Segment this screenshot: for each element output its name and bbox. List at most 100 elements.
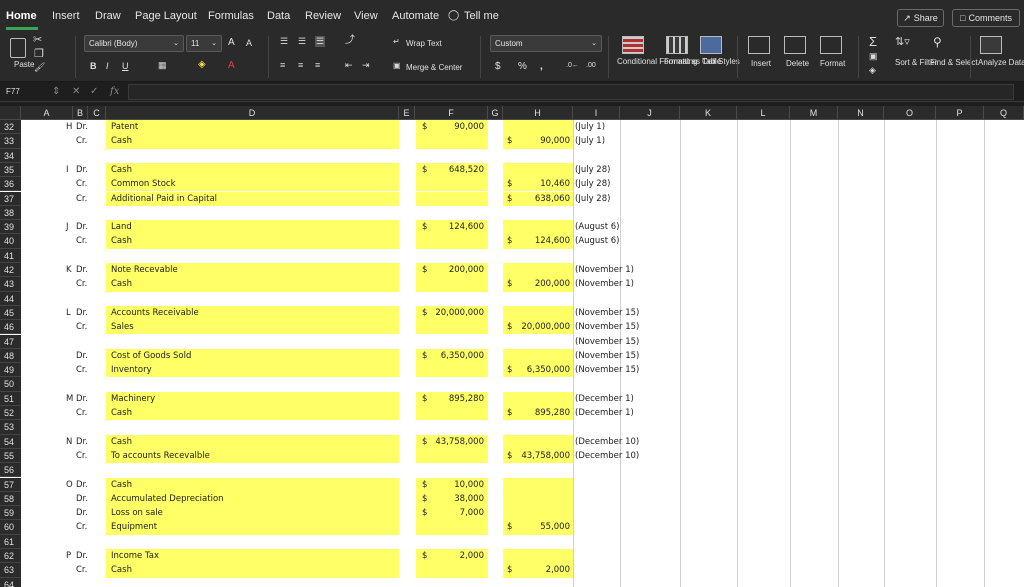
cell-dollar-sign[interactable]: $ — [507, 563, 512, 577]
cell-entry-letter[interactable]: N — [66, 435, 72, 449]
cell-date-note[interactable]: (November 1) — [575, 277, 634, 291]
cell-credit-amount[interactable]: 20,000,000 — [515, 320, 570, 334]
align-center-icon[interactable]: ≡ — [298, 61, 303, 70]
column-header-f[interactable]: F — [415, 106, 488, 120]
row-header[interactable]: 52 — [0, 406, 21, 421]
find-select-button[interactable]: Find & Select — [930, 58, 978, 67]
cell-entry-letter[interactable]: O — [66, 478, 73, 492]
row-header[interactable]: 45 — [0, 305, 21, 321]
cell-entry-letter[interactable]: P — [66, 549, 71, 563]
column-header-q[interactable]: Q — [984, 106, 1024, 120]
cell-dr-cr[interactable]: Cr. — [76, 234, 87, 248]
cell-dollar-sign[interactable]: $ — [422, 478, 427, 492]
row-header[interactable]: 53 — [0, 420, 21, 435]
column-header-k[interactable]: K — [680, 106, 737, 120]
row-header[interactable]: 39 — [0, 220, 21, 235]
cell-credit-amount[interactable]: 90,000 — [515, 134, 570, 148]
cell-account[interactable]: Note Recevable — [111, 263, 178, 277]
number-format-dropdown[interactable]: Custom ⌄ — [490, 35, 602, 52]
delete-cells-icon[interactable] — [784, 36, 806, 54]
cell-debit-amount[interactable]: 20,000,000 — [430, 306, 484, 320]
cell-dollar-sign[interactable]: $ — [422, 435, 427, 449]
format-painter-icon[interactable]: 🖌 — [34, 63, 45, 72]
cell-date-note[interactable]: (November 15) — [575, 363, 639, 377]
cell-date-note[interactable]: (December 1) — [575, 392, 634, 406]
cell-date-note[interactable]: (December 10) — [575, 435, 639, 449]
cell-dr-cr[interactable]: Dr. — [76, 349, 88, 363]
increase-decimal-button[interactable]: .0← — [566, 62, 579, 69]
wrap-text-button[interactable]: Wrap Text — [406, 39, 442, 48]
row-header[interactable]: 49 — [0, 363, 21, 378]
cell-credit-amount[interactable]: 895,280 — [515, 406, 570, 420]
cell-credit-amount[interactable]: 2,000 — [515, 563, 570, 577]
column-header-b[interactable]: B — [73, 106, 88, 120]
cell-debit-amount[interactable]: 648,520 — [430, 163, 484, 177]
autosum-icon[interactable]: Σ — [869, 35, 877, 48]
cell-account[interactable]: Cost of Goods Sold — [111, 349, 191, 363]
cell-dollar-sign[interactable]: $ — [507, 520, 512, 534]
row-header[interactable]: 64 — [0, 577, 21, 587]
delete-cells-button[interactable]: Delete — [786, 59, 809, 68]
cell-dr-cr[interactable]: Dr. — [76, 506, 88, 520]
cell-dollar-sign[interactable]: $ — [507, 449, 512, 463]
column-header-l[interactable]: L — [737, 106, 790, 120]
cell-dr-cr[interactable]: Dr. — [76, 392, 88, 406]
column-header-j[interactable]: J — [620, 106, 680, 120]
increase-indent-icon[interactable]: ⇥ — [362, 61, 370, 70]
tab-page-layout[interactable]: Page Layout — [135, 10, 197, 22]
clear-icon[interactable]: ◈ — [869, 66, 876, 75]
row-header[interactable]: 46 — [0, 320, 21, 335]
row-header[interactable]: 59 — [0, 506, 21, 521]
tab-view[interactable]: View — [354, 10, 378, 22]
row-header[interactable]: 55 — [0, 448, 21, 464]
cell-credit-amount[interactable]: 43,758,000 — [515, 449, 570, 463]
row-header[interactable]: 60 — [0, 520, 21, 535]
copy-icon[interactable]: ❐ — [34, 49, 44, 60]
sort-filter-icon[interactable]: ⇅▿ — [895, 37, 910, 48]
sort-filter-button[interactable]: Sort & Filter — [895, 58, 937, 67]
column-header-n[interactable]: N — [838, 106, 884, 120]
row-header[interactable]: 57 — [0, 477, 21, 492]
cell-account[interactable]: Machinery — [111, 392, 155, 406]
cell-date-note[interactable]: (November 15) — [575, 349, 639, 363]
cell-debit-amount[interactable]: 124,600 — [430, 220, 484, 234]
cell-dollar-sign[interactable]: $ — [422, 163, 427, 177]
format-cells-button[interactable]: Format — [820, 59, 845, 68]
tab-data[interactable]: Data — [267, 10, 290, 22]
cell-debit-amount[interactable]: 7,000 — [430, 506, 484, 520]
row-header[interactable]: 61 — [0, 534, 21, 549]
cell-dr-cr[interactable]: Cr. — [76, 134, 87, 148]
cell-debit-amount[interactable]: 38,000 — [430, 492, 484, 506]
font-color-button[interactable]: A — [228, 60, 235, 71]
cell-date-note[interactable]: (November 15) — [575, 320, 639, 334]
row-header[interactable]: 58 — [0, 491, 21, 507]
cell-credit-amount[interactable]: 10,460 — [515, 177, 570, 191]
row-header[interactable]: 43 — [0, 277, 21, 292]
row-header[interactable]: 54 — [0, 434, 21, 449]
bold-button[interactable]: B — [90, 61, 97, 71]
cell-debit-amount[interactable]: 895,280 — [430, 392, 484, 406]
cell-styles-button[interactable]: Cell Styles — [702, 57, 740, 66]
cell-dr-cr[interactable]: Cr. — [76, 320, 87, 334]
cell-dr-cr[interactable]: Dr. — [76, 478, 88, 492]
cell-debit-amount[interactable]: 2,000 — [430, 549, 484, 563]
cell-date-note[interactable]: (November 1) — [575, 263, 634, 277]
cell-account[interactable]: Additional Paid in Capital — [111, 192, 217, 206]
row-header[interactable]: 63 — [0, 563, 21, 578]
cell-dr-cr[interactable]: Cr. — [76, 277, 87, 291]
fill-color-icon[interactable]: ◈ — [198, 60, 206, 70]
cell-account[interactable]: Sales — [111, 320, 134, 334]
cell-dr-cr[interactable]: Dr. — [76, 263, 88, 277]
cell-date-note[interactable]: (December 10) — [575, 449, 639, 463]
row-header[interactable]: 33 — [0, 134, 21, 149]
cell-credit-amount[interactable]: 638,060 — [515, 192, 570, 206]
cell-dr-cr[interactable]: Cr. — [76, 177, 87, 191]
cell-dr-cr[interactable]: Dr. — [76, 435, 88, 449]
italic-button[interactable]: I — [106, 61, 109, 71]
format-as-table-icon[interactable] — [666, 36, 688, 54]
decrease-decimal-button[interactable]: .00 — [586, 62, 596, 69]
font-name-dropdown[interactable]: Calibri (Body) ⌄ — [84, 35, 184, 52]
select-all-corner[interactable] — [0, 106, 21, 120]
cell-account[interactable]: Common Stock — [111, 177, 176, 191]
orientation-icon[interactable]: ⤴ — [345, 36, 355, 46]
